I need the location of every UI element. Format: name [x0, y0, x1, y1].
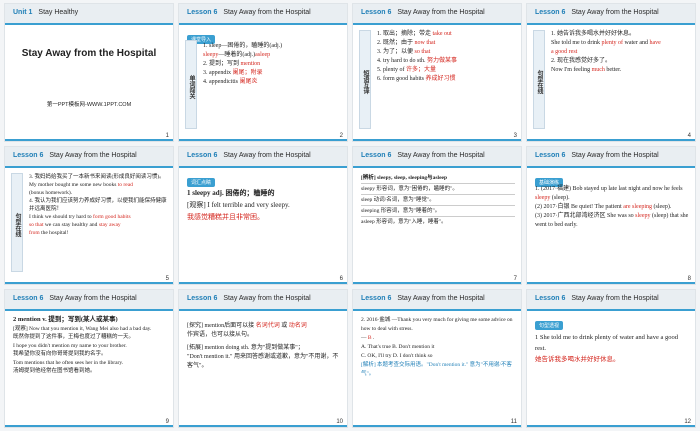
divider: [179, 282, 347, 284]
slide-thumbnail-1[interactable]: Unit 1 Stay Healthy Stay Away from the H…: [4, 3, 174, 142]
slide-title: Stay Away from the Hospital: [21, 48, 157, 59]
header-title: Stay Away from the Hospital: [397, 9, 485, 16]
slide-header: Lesson 6 Stay Away from the Hospital: [527, 4, 695, 25]
header-title: Stay Away from the Hospital: [571, 295, 659, 302]
slide-body: 2 mention v. 提到；写到(某人或某事) [观察] Now that …: [13, 316, 152, 374]
slide-body: [辨析] sleepy, sleep, sleeping与asleep slee…: [361, 173, 515, 274]
side-label: 短语互译: [359, 30, 371, 129]
slide-thumbnail-6[interactable]: Lesson 6 Stay Away from the Hospital 词汇点…: [178, 146, 348, 285]
slide-header: Lesson 6 Stay Away from the Hospital: [353, 4, 521, 25]
slide-header: Unit 1 Stay Healthy: [5, 4, 173, 25]
header-title: Stay Healthy: [38, 9, 79, 16]
lesson-label: Lesson 6: [361, 9, 392, 16]
lesson-label: Lesson 6: [13, 295, 44, 302]
slide-header: Lesson 6 Stay Away from the Hospital: [5, 147, 173, 168]
lesson-label: Lesson 6: [13, 152, 44, 159]
slide-header: Lesson 6 Stay Away from the Hospital: [527, 147, 695, 168]
lesson-label: Lesson 6: [361, 152, 392, 159]
lesson-label: Lesson 6: [535, 152, 566, 159]
slide-header: Lesson 6 Stay Away from the Hospital: [353, 290, 521, 311]
slide-body: 1. (2017·福建) Bob stayed up late last nig…: [535, 186, 689, 228]
header-title: Stay Away from the Hospital: [397, 295, 485, 302]
lesson-label: Lesson 6: [361, 295, 392, 302]
slide-body: [探究] mention后面可以接 名词代词 或 动名词 作宾语，也可以接从句。…: [187, 323, 339, 369]
section-tag: 词汇点睛: [187, 178, 216, 187]
slide-body: 1 sleepy adj. 困倦的；瞌睡的 [观察] I felt terrib…: [187, 189, 290, 221]
divider: [527, 425, 695, 427]
divider: [527, 139, 695, 141]
divider: [353, 139, 521, 141]
section-tag: 句型透视: [535, 321, 564, 330]
slide-thumbnail-5[interactable]: Lesson 6 Stay Away from the Hospital 句型在…: [4, 146, 174, 285]
slide-thumbnail-3[interactable]: Lesson 6 Stay Away from the Hospital 短语互…: [352, 3, 522, 142]
divider: [353, 425, 521, 427]
slide-grid: Unit 1 Stay Healthy Stay Away from the H…: [4, 3, 696, 428]
template-credit: 第一PPT模板网-WWW.1PPT.COM: [46, 102, 132, 108]
divider: [179, 139, 347, 141]
header-title: Stay Away from the Hospital: [571, 9, 659, 16]
divider: [179, 425, 347, 427]
slide-thumbnail-4[interactable]: Lesson 6 Stay Away from the Hospital 句型在…: [526, 3, 696, 142]
header-title: Stay Away from the Hospital: [223, 9, 311, 16]
divider: [5, 139, 173, 141]
slide-thumbnail-10[interactable]: Lesson 6 Stay Away from the Hospital [探究…: [178, 289, 348, 428]
header-title: Stay Away from the Hospital: [223, 295, 311, 302]
divider: [5, 425, 173, 427]
header-title: Stay Away from the Hospital: [223, 152, 311, 159]
slide-header: Lesson 6 Stay Away from the Hospital: [179, 290, 347, 311]
slide-thumbnail-12[interactable]: Lesson 6 Stay Away from the Hospital 句型透…: [526, 289, 696, 428]
slide-thumbnail-7[interactable]: Lesson 6 Stay Away from the Hospital [辨析…: [352, 146, 522, 285]
slide-thumbnail-8[interactable]: Lesson 6 Stay Away from the Hospital 基础演…: [526, 146, 696, 285]
slide-thumbnail-11[interactable]: Lesson 6 Stay Away from the Hospital 2. …: [352, 289, 522, 428]
lesson-label: Lesson 6: [187, 152, 218, 159]
divider: [5, 282, 173, 284]
slide-header: Lesson 6 Stay Away from the Hospital: [179, 4, 347, 25]
lesson-label: Lesson 6: [187, 295, 218, 302]
slide-thumbnail-9[interactable]: Lesson 6 Stay Away from the Hospital 2 m…: [4, 289, 174, 428]
slide-body: 1. 取出；摘除；带走 take out 2. 既然；由于 now that 3…: [377, 31, 458, 82]
side-label: 句型在线: [533, 30, 545, 129]
header-title: Stay Away from the Hospital: [571, 152, 659, 159]
slide-body: 2. 2016·盐城 —Thank you very much for givi…: [361, 317, 513, 377]
slide-header: Lesson 6 Stay Away from the Hospital: [179, 147, 347, 168]
slide-body: 1. 她告诉我多喝水并好好休息。 She told me to drink pl…: [551, 31, 661, 73]
divider: [353, 282, 521, 284]
lesson-label: Lesson 6: [535, 295, 566, 302]
slide-body: 1. sleep—困倦的，瞌睡的(adj.) sleepy—睡着的(adj.)a…: [203, 43, 283, 85]
slide-header: Lesson 6 Stay Away from the Hospital: [5, 290, 173, 311]
header-title: Stay Away from the Hospital: [49, 152, 137, 159]
slide-header: Lesson 6 Stay Away from the Hospital: [527, 290, 695, 311]
lesson-label: Lesson 6: [535, 9, 566, 16]
slide-header: Lesson 6 Stay Away from the Hospital: [353, 147, 521, 168]
divider: [527, 282, 695, 284]
header-title: Stay Away from the Hospital: [397, 152, 485, 159]
side-label: 句型在线: [11, 173, 23, 272]
unit-label: Unit 1: [13, 9, 33, 16]
slide-thumbnail-2[interactable]: Lesson 6 Stay Away from the Hospital 课堂导…: [178, 3, 348, 142]
header-title: Stay Away from the Hospital: [49, 295, 137, 302]
slide-body: 1 She told me to drink plenty of water a…: [535, 334, 678, 363]
slide-body: 3. 我妈妈给我买了一本新书来阅读(形成良好阅读习惯)。 My mother b…: [29, 174, 167, 236]
lesson-label: Lesson 6: [187, 9, 218, 16]
side-label: 单词闯关: [185, 40, 197, 129]
